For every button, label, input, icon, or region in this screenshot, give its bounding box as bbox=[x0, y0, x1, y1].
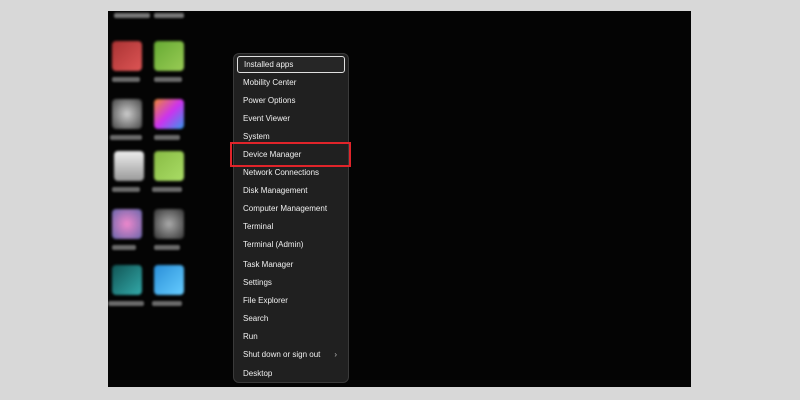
menu-item-label: Power Options bbox=[243, 96, 296, 105]
desktop-app-icon[interactable] bbox=[112, 265, 142, 295]
menu-item-terminal-admin[interactable]: Terminal (Admin) bbox=[237, 236, 345, 253]
menu-item-label: Installed apps bbox=[244, 60, 294, 69]
desktop-icon-label bbox=[154, 77, 182, 82]
desktop-icon-label bbox=[112, 245, 136, 250]
desktop-app-icon[interactable] bbox=[154, 151, 184, 181]
menu-item-label: System bbox=[243, 132, 270, 141]
menu-item-label: Event Viewer bbox=[243, 114, 290, 123]
desktop-screen bbox=[108, 11, 691, 387]
menu-item-label: Search bbox=[243, 314, 269, 323]
device-manager-highlight-box bbox=[230, 142, 351, 167]
menu-item-installed-apps[interactable]: Installed apps bbox=[237, 56, 345, 73]
desktop-app-icon[interactable] bbox=[154, 209, 184, 239]
menu-item-computer-management[interactable]: Computer Management bbox=[237, 200, 345, 217]
desktop-icon-label bbox=[152, 301, 182, 306]
desktop-icon-label bbox=[108, 301, 144, 306]
menu-item-label: File Explorer bbox=[243, 296, 288, 305]
menu-item-desktop[interactable]: Desktop bbox=[237, 365, 345, 382]
desktop-app-icon[interactable] bbox=[154, 41, 184, 71]
menu-item-label: Terminal (Admin) bbox=[243, 240, 304, 249]
menu-item-label: Shut down or sign out bbox=[243, 350, 321, 359]
menu-item-label: Desktop bbox=[243, 369, 273, 378]
desktop-app-icon[interactable] bbox=[154, 99, 184, 129]
menu-item-label: Mobility Center bbox=[243, 78, 297, 87]
desktop-app-icon[interactable] bbox=[112, 209, 142, 239]
desktop-icon-label bbox=[110, 135, 142, 140]
menu-item-label: Disk Management bbox=[243, 186, 308, 195]
desktop-app-icon[interactable] bbox=[112, 41, 142, 71]
menu-item-label: Network Connections bbox=[243, 168, 320, 177]
chevron-right-icon: › bbox=[334, 350, 337, 359]
menu-item-label: Run bbox=[243, 332, 258, 341]
menu-item-label: Settings bbox=[243, 278, 272, 287]
menu-item-label: Computer Management bbox=[243, 204, 328, 213]
desktop-app-icon[interactable] bbox=[112, 99, 142, 129]
desktop-top-label bbox=[154, 13, 184, 18]
desktop-icon-label bbox=[152, 187, 182, 192]
menu-item-event-viewer[interactable]: Event Viewer bbox=[237, 110, 345, 127]
menu-item-label: Terminal bbox=[243, 222, 274, 231]
menu-item-terminal[interactable]: Terminal bbox=[237, 218, 345, 235]
menu-item-file-explorer[interactable]: File Explorer bbox=[237, 292, 345, 309]
menu-item-mobility-center[interactable]: Mobility Center bbox=[237, 74, 345, 91]
menu-item-settings[interactable]: Settings bbox=[237, 274, 345, 291]
desktop-icon-label bbox=[112, 77, 140, 82]
menu-item-shut-down-or-sign-out[interactable]: Shut down or sign out › bbox=[237, 346, 345, 363]
menu-item-search[interactable]: Search bbox=[237, 310, 345, 327]
desktop-top-label bbox=[114, 13, 150, 18]
menu-item-power-options[interactable]: Power Options bbox=[237, 92, 345, 109]
desktop-icon-label bbox=[154, 135, 180, 140]
desktop-app-icon[interactable] bbox=[114, 151, 144, 181]
menu-item-run[interactable]: Run bbox=[237, 328, 345, 345]
desktop-icon-label bbox=[112, 187, 140, 192]
desktop-icon-label bbox=[154, 245, 180, 250]
winx-context-menu: Installed apps Mobility Center Power Opt… bbox=[233, 53, 349, 383]
menu-item-disk-management[interactable]: Disk Management bbox=[237, 182, 345, 199]
desktop-app-icon[interactable] bbox=[154, 265, 184, 295]
menu-item-label: Task Manager bbox=[243, 260, 294, 269]
menu-item-task-manager[interactable]: Task Manager bbox=[237, 256, 345, 273]
